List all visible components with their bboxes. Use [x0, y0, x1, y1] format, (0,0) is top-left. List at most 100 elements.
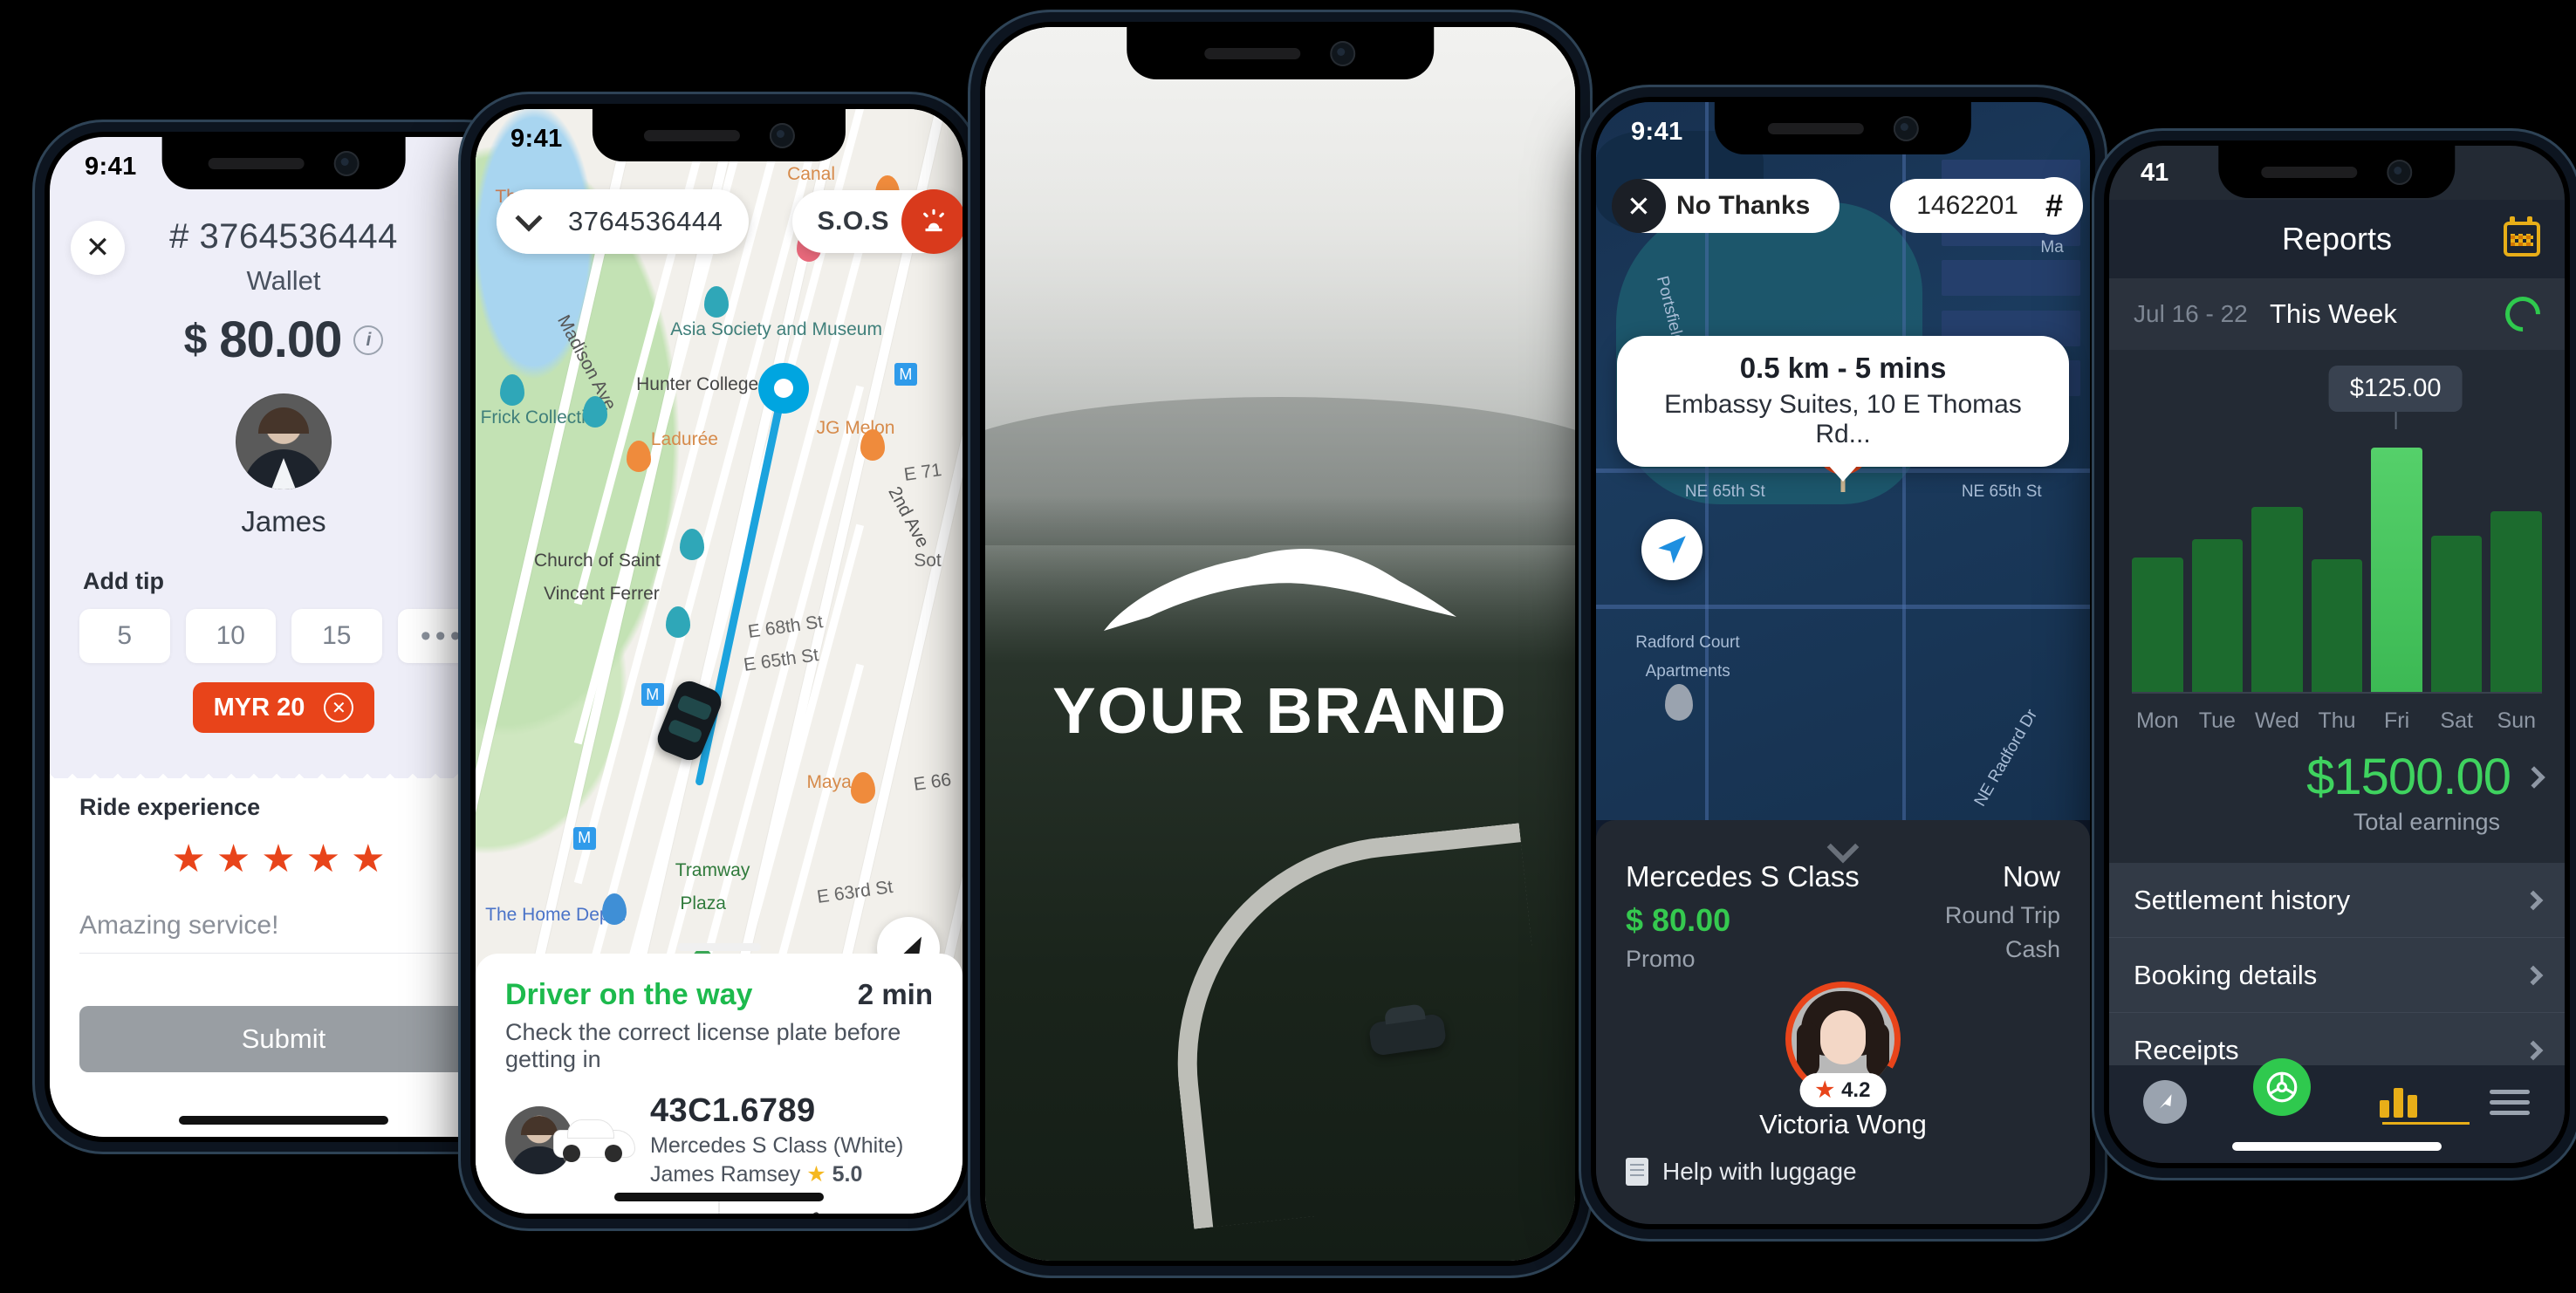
tip-option-10[interactable]: 10: [185, 609, 276, 663]
list-item-label: Settlement history: [2134, 884, 2351, 915]
chart-x-label: Fri: [2384, 708, 2410, 733]
total-earnings-amount: $1500.00: [2306, 749, 2511, 805]
fare-type: Promo: [1626, 946, 1696, 973]
driver-name: James: [241, 505, 326, 537]
map-label: Vincent Ferrer: [544, 584, 660, 605]
license-plate: 43C1.6789: [650, 1092, 816, 1129]
tab-compass[interactable]: [2142, 1079, 2188, 1125]
list-item[interactable]: Booking details: [2109, 938, 2565, 1013]
screenshot-stage: 9:41 ✕ # 3764536444 Wallet $ 80.00 i Jam…: [0, 0, 2576, 1293]
bubble-tail: [1828, 465, 1858, 482]
chart-bar-fri[interactable]: [2371, 447, 2422, 692]
chat-button[interactable]: [505, 1208, 718, 1214]
poi-pin-icon: [499, 373, 524, 406]
subway-icon: M: [894, 363, 917, 387]
chevron-right-icon: [2523, 965, 2544, 985]
restaurant-pin-icon: [860, 429, 885, 462]
restaurant-pin-icon: [850, 771, 875, 804]
list-item[interactable]: Settlement history: [2109, 863, 2565, 938]
brand-block: YOUR BRAND: [985, 533, 1575, 748]
call-button[interactable]: [720, 1208, 933, 1214]
chart-x-label: Wed: [2254, 708, 2299, 733]
wallet-summary: ✕ # 3764536444 Wallet $ 80.00 i James Ad: [50, 137, 517, 733]
passenger-name: Victoria Wong: [1759, 1109, 1927, 1140]
driver-name: James Ramsey: [650, 1162, 801, 1187]
applied-tip-chip[interactable]: MYR 20 ✕: [192, 682, 375, 733]
reports-list: Settlement history Booking details Receipt…: [2109, 863, 2565, 1088]
receipt-zigzag-divider: [50, 756, 517, 778]
info-icon[interactable]: i: [353, 325, 384, 355]
subway-icon: M: [572, 826, 596, 850]
refresh-icon[interactable]: [2497, 289, 2548, 339]
phone-trip-tracking: The Met Breuer Canal E A Frick Collectio…: [461, 94, 977, 1228]
chart-bar-sun[interactable]: [2490, 511, 2543, 692]
decline-button[interactable]: ✕ No Thanks: [1612, 179, 1840, 233]
driver-name-rating: James Ramsey ★ 5.0: [650, 1161, 903, 1187]
chart-bar-sat[interactable]: [2430, 536, 2483, 692]
avatar: [236, 393, 332, 489]
total-earnings-row[interactable]: $1500.00: [2109, 748, 2565, 806]
chart-x-label: Sat: [2440, 708, 2473, 733]
map-label: Hunter College: [636, 373, 759, 394]
chart-bar-tue[interactable]: [2191, 538, 2244, 692]
map-label: Maya: [806, 771, 852, 792]
status-time: 9:41: [1631, 117, 1683, 146]
phone-reports: 41 Reports Jul 16 - 22 This Week $125.00: [2094, 131, 2576, 1178]
chart-bar-thu[interactable]: [2311, 558, 2363, 692]
vehicle-image: [554, 1115, 634, 1166]
calendar-icon[interactable]: [2504, 216, 2540, 257]
phone-screen: 9:41 ✕ # 3764536444 Wallet $ 80.00 i Jam…: [50, 137, 517, 1137]
tab-menu[interactable]: [2487, 1079, 2532, 1125]
church-pin-icon: [665, 605, 690, 638]
close-button[interactable]: ✕: [71, 221, 125, 275]
comment-input[interactable]: Amazing service!: [79, 911, 488, 954]
map-label: Ma: [2040, 238, 2064, 257]
submit-button[interactable]: Submit: [79, 1006, 488, 1072]
restaurant-pin-icon: [626, 440, 651, 472]
status-time: 41: [2141, 158, 2169, 187]
sos-label: S.O.S: [817, 207, 889, 236]
chevron-down-icon[interactable]: [1826, 831, 1860, 864]
chart-bar-mon[interactable]: [2132, 557, 2183, 692]
chevron-right-icon: [2523, 890, 2544, 910]
period-selector[interactable]: Jul 16 - 22 This Week: [2109, 278, 2565, 350]
close-circle-icon[interactable]: ✕: [324, 693, 354, 722]
note-text: Help with luggage: [1662, 1158, 1857, 1186]
city-block: [1942, 260, 2080, 297]
map-label: Apartments: [1645, 661, 1730, 681]
amount-value: 80.00: [219, 311, 342, 368]
navigation-button[interactable]: [1641, 519, 1702, 580]
phone-bezel: 9:41 ✕ # 3764536444 Wallet $ 80.00 i Jam…: [45, 132, 523, 1142]
chart-bars: [2132, 432, 2543, 694]
tip-option-5[interactable]: 5: [79, 609, 170, 663]
period-label: This Week: [2270, 298, 2397, 329]
star-rating[interactable]: ★★★★★: [79, 837, 488, 881]
notch: [1127, 27, 1434, 79]
booking-number: 3764536444: [568, 206, 723, 236]
phone-screen: The Met Breuer Canal E A Frick Collectio…: [476, 109, 963, 1214]
chart-bar-wed[interactable]: [2251, 506, 2303, 692]
front-camera: [1330, 40, 1356, 66]
home-indicator: [179, 1116, 388, 1125]
booking-pill[interactable]: 3764536444: [497, 189, 750, 254]
chart-x-label: Tue: [2198, 708, 2236, 733]
tab-reports[interactable]: [2376, 1079, 2422, 1125]
booking-number: # 3764536444: [169, 217, 398, 256]
sos-button[interactable]: S.O.S: [792, 189, 963, 254]
hash-icon: #: [2025, 177, 2083, 235]
active-tab-indicator: [2382, 1122, 2470, 1125]
pickup-pin-icon: [1665, 683, 1694, 721]
add-tip-label: Add tip: [83, 568, 164, 594]
drag-handle[interactable]: [677, 943, 761, 951]
chevron-down-icon[interactable]: [497, 189, 561, 254]
tip-option-15[interactable]: 15: [291, 609, 382, 663]
siren-icon[interactable]: [901, 189, 963, 254]
rating-badge: ★ 4.2: [1799, 1073, 1887, 1108]
booking-right: Now Round Trip Cash: [1945, 860, 2060, 973]
booking-id-pill[interactable]: 1462201 #: [1890, 177, 2083, 235]
status-bar: 9:41: [1596, 102, 2090, 156]
home-indicator: [2232, 1142, 2442, 1151]
star-icon: ★: [806, 1162, 826, 1187]
tab-drive[interactable]: [2252, 1058, 2311, 1116]
subway-icon: M: [641, 683, 664, 707]
